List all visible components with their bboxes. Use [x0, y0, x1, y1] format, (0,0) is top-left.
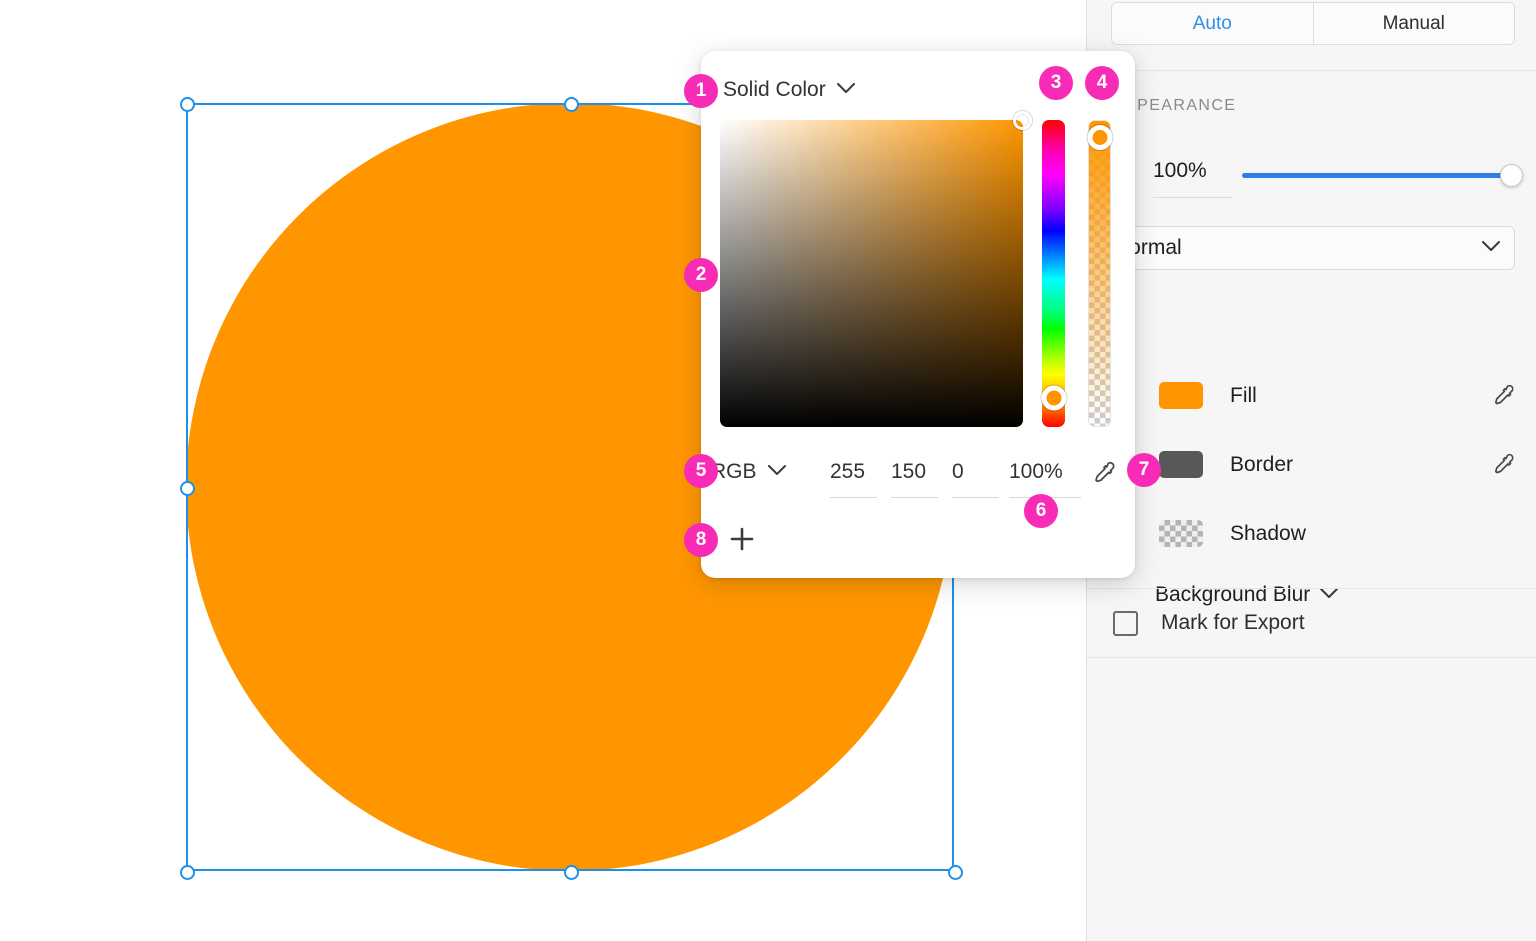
alpha-input[interactable]: 100% [1009, 460, 1081, 498]
app-root: Auto Manual APPEARANCE 100% Normal Fill [0, 0, 1536, 941]
layer-row-shadow[interactable]: Shadow [1087, 499, 1536, 568]
blue-input[interactable]: 0 [952, 460, 999, 498]
border-label: Border [1230, 452, 1294, 476]
callout-badge-5: 5 [684, 454, 718, 488]
alpha-slider[interactable] [1087, 120, 1112, 427]
layer-row-fill[interactable]: Fill [1087, 361, 1536, 430]
solid-color-type-dropdown[interactable]: Solid Color [723, 78, 855, 102]
color-model-dropdown[interactable]: RGB [711, 460, 786, 484]
resize-handle-bottom-right[interactable] [948, 865, 963, 880]
saturation-brightness-thumb[interactable] [1013, 111, 1032, 130]
auto-manual-segmented-control[interactable]: Auto Manual [1111, 2, 1515, 45]
add-color-button[interactable] [728, 525, 756, 553]
green-input[interactable]: 150 [891, 460, 938, 498]
opacity-slider-thumb[interactable] [1500, 164, 1523, 187]
color-picker-popup: Solid Color RGB 255 150 0 100% [701, 51, 1135, 578]
callout-badge-2: 2 [684, 258, 718, 292]
blend-mode-label: Normal [1114, 236, 1182, 259]
eyedropper-icon[interactable] [1089, 460, 1116, 487]
callout-badge-6: 6 [1024, 494, 1058, 528]
appearance-section: APPEARANCE 100% Normal Fill Border Shado… [1087, 70, 1536, 606]
hue-slider-thumb[interactable] [1041, 385, 1066, 411]
opacity-input[interactable]: 100% [1153, 159, 1233, 198]
mark-for-export-checkbox[interactable] [1113, 610, 1138, 636]
solid-color-label: Solid Color [723, 78, 826, 101]
resize-handle-middle-left[interactable] [180, 481, 195, 496]
callout-badge-7: 7 [1127, 453, 1161, 487]
chevron-down-icon [767, 463, 786, 481]
resize-handle-top-left[interactable] [180, 97, 195, 112]
chevron-down-icon [836, 81, 855, 99]
fill-label: Fill [1230, 383, 1257, 407]
export-section: Mark for Export [1087, 588, 1536, 658]
shadow-label: Shadow [1230, 521, 1306, 545]
resize-handle-top-center[interactable] [564, 97, 579, 112]
blend-mode-dropdown[interactable]: Normal [1099, 226, 1515, 270]
fill-color-swatch[interactable] [1159, 382, 1203, 409]
resize-handle-bottom-center[interactable] [564, 865, 579, 880]
fill-eyedropper-icon[interactable] [1489, 383, 1515, 409]
mark-for-export-label: Mark for Export [1161, 611, 1305, 634]
saturation-brightness-picker[interactable] [720, 111, 1032, 427]
shadow-color-swatch[interactable] [1159, 520, 1203, 547]
border-color-swatch[interactable] [1159, 451, 1203, 478]
alpha-slider-thumb[interactable] [1087, 125, 1112, 150]
chevron-down-icon [1482, 239, 1500, 257]
resize-handle-bottom-left[interactable] [180, 865, 195, 880]
border-eyedropper-icon[interactable] [1489, 452, 1515, 478]
hue-slider[interactable] [1041, 120, 1066, 427]
callout-badge-3: 3 [1039, 66, 1073, 100]
callout-badge-4: 4 [1085, 66, 1119, 100]
tab-manual[interactable]: Manual [1312, 3, 1514, 44]
opacity-row: 100% [1087, 159, 1536, 211]
red-input[interactable]: 255 [830, 460, 877, 498]
color-values-row: RGB 255 150 0 100% [701, 451, 1135, 501]
callout-badge-8: 8 [684, 523, 718, 557]
callout-badge-1: 1 [684, 74, 718, 108]
opacity-slider[interactable] [1242, 164, 1523, 187]
tab-auto[interactable]: Auto [1112, 3, 1313, 44]
